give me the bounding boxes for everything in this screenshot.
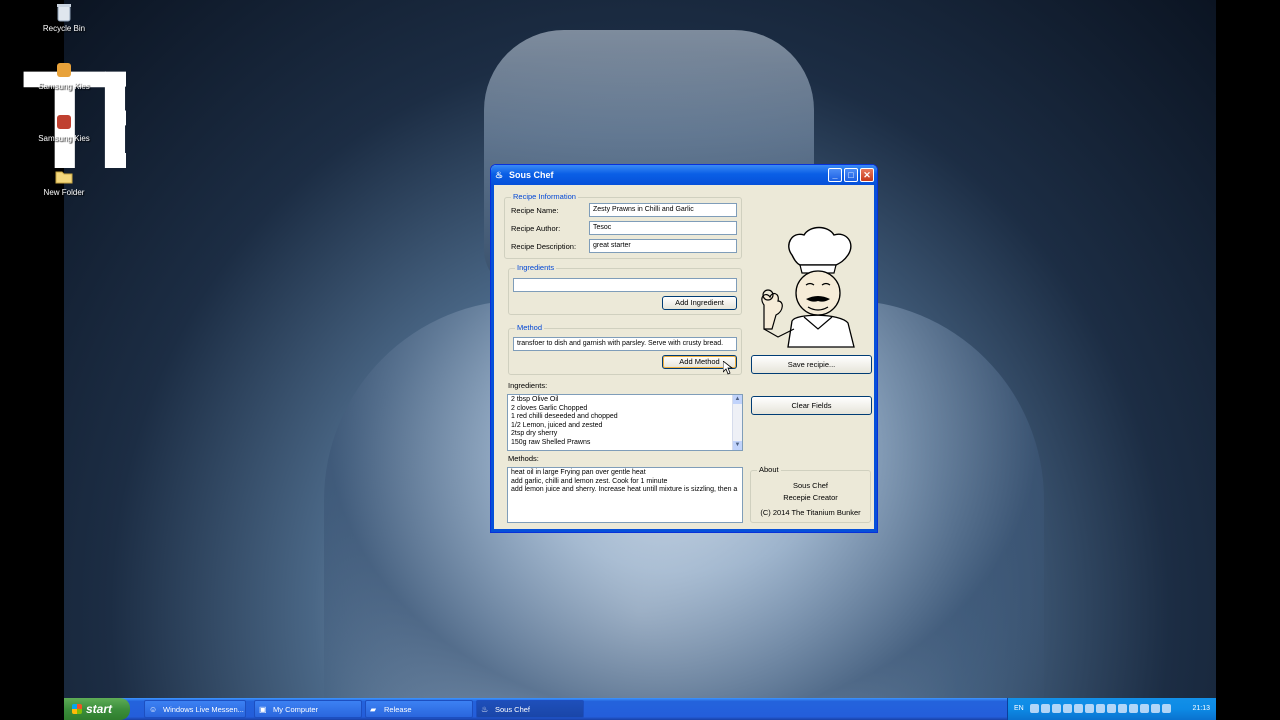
methods-list-label: Methods: [508, 454, 539, 463]
method-input[interactable]: transfoer to dish and garnish with parsl… [513, 337, 737, 351]
app-icon [57, 63, 71, 77]
chef-illustration [761, 226, 855, 348]
tray-icons [1030, 704, 1171, 713]
add-ingredient-button[interactable]: Add Ingredient [662, 296, 737, 310]
task-windows-live-messenger[interactable]: ☺ Windows Live Messen... [144, 700, 246, 718]
about-app-name: Sous Chef [792, 481, 829, 490]
about-text: Sous Chef Recepie Creator (C) 2014 The T… [751, 480, 870, 519]
group-legend: Recipe Information [511, 192, 578, 201]
list-item[interactable]: 150g raw Shelled Prawns [511, 439, 739, 448]
windows-logo-icon [72, 704, 82, 714]
group-legend: Method [515, 323, 545, 332]
chef-hat-icon: ♨ [481, 705, 489, 714]
clear-fields-button[interactable]: Clear Fields [751, 396, 872, 415]
list-item[interactable]: 2 cloves Garlic Chopped [511, 405, 739, 414]
ingredients-group: Ingredients Add Ingredient [508, 263, 742, 315]
tray-icon[interactable] [1030, 704, 1039, 713]
task-label: Windows Live Messen... [163, 705, 244, 714]
desktop-icon-label: Recycle Bin [42, 24, 86, 33]
tray-icon[interactable] [1041, 704, 1050, 713]
task-label: Sous Chef [495, 705, 531, 714]
system-tray: EN 21:13 [1007, 698, 1216, 720]
desktop-icon-new-folder[interactable]: New Folder [4, 166, 124, 197]
save-recipe-button[interactable]: Save recipie... [751, 355, 872, 374]
tray-icon[interactable] [1063, 704, 1072, 713]
maximize-button[interactable]: □ [844, 168, 858, 182]
list-item[interactable]: add garlic, chilli and lemon zest. Cook … [511, 478, 739, 487]
group-legend: About [757, 465, 781, 474]
about-group: About Sous Chef Recepie Creator (C) 2014… [750, 465, 871, 523]
group-legend: Ingredients [515, 263, 557, 272]
recipe-information-group: Recipe Information Recipe Name: Zesty Pr… [504, 192, 742, 259]
tray-icon[interactable] [1129, 704, 1138, 713]
ingredients-listbox[interactable]: 2 tbsp Olive Oil 2 cloves Garlic Chopped… [507, 394, 743, 451]
window-title: Sous Chef [509, 170, 554, 180]
recycle-bin-icon [57, 4, 71, 22]
desktop-icon-recycle-bin[interactable]: Recycle Bin [4, 2, 124, 33]
desktop-icon-samsung-kies[interactable]: Samsung Kies [4, 60, 124, 91]
desktop-icon-samsung-kies-2[interactable]: Samsung Kies [4, 112, 124, 143]
recipe-author-label: Recipe Author: [511, 224, 561, 233]
tray-icon[interactable] [1074, 704, 1083, 713]
ingredients-scrollbar[interactable]: ▲ ▼ [732, 395, 742, 450]
recipe-description-label: Recipe Description: [511, 242, 577, 251]
tray-icon[interactable] [1096, 704, 1105, 713]
ingredient-input[interactable] [513, 278, 737, 292]
desktop-icon-label: Samsung Kies [38, 82, 90, 91]
task-my-computer[interactable]: ▣ My Computer [254, 700, 362, 718]
about-app-subtitle: Recepie Creator [783, 493, 838, 502]
start-button[interactable]: start [64, 698, 130, 720]
ingredients-list-label: Ingredients: [508, 381, 548, 390]
task-label: My Computer [273, 705, 319, 714]
list-item[interactable]: 1 red chilli deseeded and chopped [511, 413, 739, 422]
list-item[interactable]: 2tsp dry sherry [511, 430, 739, 439]
clock[interactable]: 21:13 [1192, 705, 1210, 712]
close-button[interactable]: ✕ [860, 168, 874, 182]
tray-icon[interactable] [1085, 704, 1094, 713]
about-copyright: (C) 2014 The Titanium Bunker [760, 508, 861, 517]
desktop-icon-label: Samsung Kies [38, 134, 90, 143]
desktop-icon-label: New Folder [43, 188, 85, 197]
start-label: start [86, 702, 113, 716]
methods-listbox[interactable]: heat oil in large Frying pan over gentle… [507, 467, 743, 523]
sous-chef-window: ♨ Sous Chef _ □ ✕ Recipe Information Rec… [490, 164, 878, 533]
recipe-name-label: Recipe Name: [511, 206, 559, 215]
language-indicator[interactable]: EN [1014, 705, 1024, 712]
app-icon [57, 115, 71, 129]
task-label: Release [384, 705, 412, 714]
tray-icon[interactable] [1107, 704, 1116, 713]
computer-icon: ▣ [259, 705, 267, 714]
scroll-down-icon[interactable]: ▼ [733, 441, 742, 450]
tray-icon[interactable] [1052, 704, 1061, 713]
recipe-description-input[interactable]: great starter [589, 239, 737, 253]
scroll-up-icon[interactable]: ▲ [733, 395, 742, 404]
minimize-button[interactable]: _ [828, 168, 842, 182]
recipe-author-input[interactable]: Tesoc [589, 221, 737, 235]
window-client-area: Recipe Information Recipe Name: Zesty Pr… [491, 185, 877, 532]
mouse-cursor-icon [723, 361, 733, 375]
list-item[interactable]: 2 tbsp Olive Oil [511, 396, 739, 405]
list-item[interactable]: 1/2 Lemon, juiced and zested [511, 422, 739, 431]
taskbar: start ☺ Windows Live Messen... ▣ My Comp… [64, 698, 1216, 720]
folder-icon [55, 171, 73, 184]
chef-hat-icon: ♨ [495, 170, 504, 180]
tray-icon[interactable] [1140, 704, 1149, 713]
tray-icon[interactable] [1118, 704, 1127, 713]
method-group: Method transfoer to dish and garnish wit… [508, 323, 742, 375]
list-item[interactable]: heat oil in large Frying pan over gentle… [511, 469, 739, 478]
title-bar[interactable]: ♨ Sous Chef _ □ ✕ [491, 165, 877, 185]
recipe-name-input[interactable]: Zesty Prawns in Chilli and Garlic [589, 203, 737, 217]
list-item[interactable]: add lemon juice and sherry. Increase hea… [511, 486, 739, 495]
folder-icon: ▰ [370, 705, 377, 714]
tray-icon[interactable] [1162, 704, 1171, 713]
task-release[interactable]: ▰ Release [365, 700, 473, 718]
messenger-icon: ☺ [149, 705, 158, 714]
task-sous-chef[interactable]: ♨ Sous Chef [476, 700, 584, 718]
tray-icon[interactable] [1151, 704, 1160, 713]
